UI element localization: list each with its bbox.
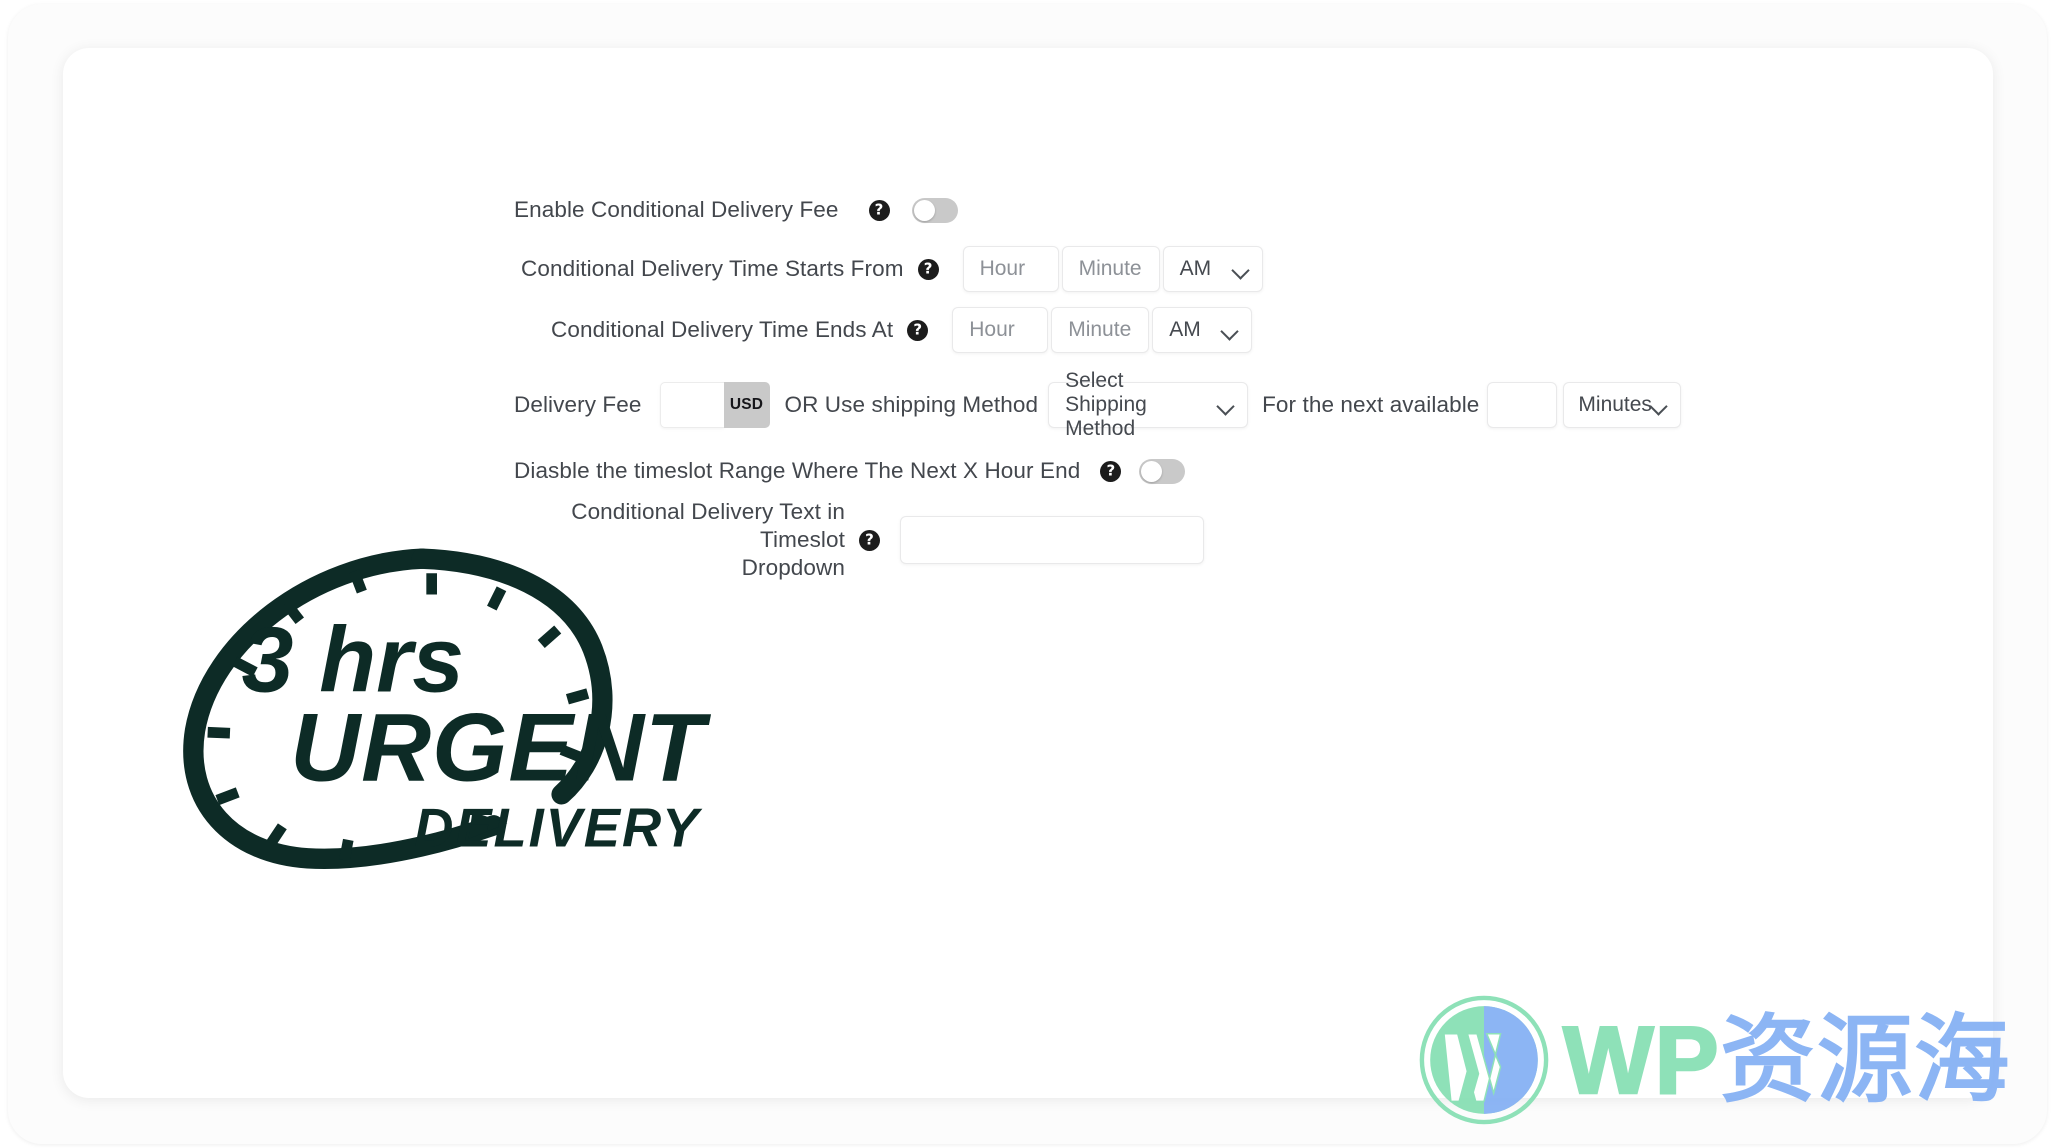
label-or-use-shipping-method: OR Use shipping Method [784,391,1039,417]
toggle-enable-conditional-delivery-fee[interactable] [911,197,958,223]
label-enable-conditional-delivery-fee: Enable Conditional Delivery Fee [514,197,839,222]
label-delivery-time-ends-at: Conditional Delivery Time Ends At [551,316,894,342]
start-hour-placeholder: Hour [979,257,1026,280]
end-minute-input[interactable]: Minute [1051,307,1150,353]
end-hour-input[interactable]: Hour [952,307,1049,353]
settings-card: Enable Conditional Delivery Fee ? Condit… [63,48,1993,1098]
next-available-input[interactable] [1487,382,1558,428]
label-line-1: Conditional Delivery Text in Timeslot [571,499,845,553]
screenshot-root: Enable Conditional Delivery Fee ? Condit… [0,0,2055,1148]
shipping-method-value: Select Shipping Method [1065,369,1147,440]
outer-frame: Enable Conditional Delivery Fee ? Condit… [8,4,2047,1144]
row-disable-timeslot-range: Diasble the timeslot Range Where The Nex… [514,457,1186,485]
chevron-down-icon [1230,261,1250,280]
label-delivery-fee: Delivery Fee [514,391,642,417]
conditional-delivery-text-input[interactable] [900,516,1204,565]
help-icon[interactable]: ? [1100,460,1122,482]
row-enable-conditional-delivery-fee: Enable Conditional Delivery Fee ? [514,196,958,224]
label-for-the-next-available: For the next available [1262,391,1480,417]
start-minute-placeholder: Minute [1078,257,1142,280]
start-minute-input[interactable]: Minute [1061,246,1160,292]
row-delivery-time-starts-from: Conditional Delivery Time Starts From ? … [521,246,1263,292]
label-line-2: Dropdown [741,555,845,581]
delivery-fee-group: USD [659,382,770,428]
start-hour-input[interactable]: Hour [962,246,1059,292]
label-delivery-time-starts-from: Conditional Delivery Time Starts From [521,255,904,281]
currency-unit-label: USD [723,382,770,428]
delivery-fee-input[interactable] [659,382,724,428]
help-icon[interactable]: ? [917,258,939,280]
end-hour-placeholder: Hour [969,318,1015,341]
row-conditional-delivery-text: Conditional Delivery Text in Timeslot Dr… [514,498,1204,582]
start-meridiem-value: AM [1179,257,1212,280]
toggle-disable-timeslot-range[interactable] [1139,458,1186,484]
label-conditional-delivery-text: Conditional Delivery Text in Timeslot Dr… [559,498,845,582]
conditional-delivery-form: Enable Conditional Delivery Fee ? Condit… [63,48,1993,1098]
help-icon[interactable]: ? [907,319,929,341]
end-minute-placeholder: Minute [1068,318,1132,341]
label-disable-timeslot-range: Diasble the timeslot Range Where The Nex… [514,458,1081,483]
row-delivery-fee: Delivery Fee USD OR Use shipping Method … [514,369,1682,440]
shipping-method-select[interactable]: Select Shipping Method [1048,369,1249,440]
row-delivery-time-ends-at: Conditional Delivery Time Ends At ? Hour… [551,307,1253,353]
help-icon[interactable]: ? [859,529,880,551]
help-icon[interactable]: ? [868,199,890,221]
chevron-down-icon [1216,397,1235,416]
end-meridiem-value: AM [1169,318,1201,341]
end-meridiem-select[interactable]: AM [1152,307,1253,353]
next-available-unit-value: Minutes [1578,393,1652,416]
chevron-down-icon [1649,397,1669,416]
next-available-unit-select[interactable]: Minutes [1563,382,1682,428]
chevron-down-icon [1220,322,1239,341]
start-meridiem-select[interactable]: AM [1162,246,1263,292]
